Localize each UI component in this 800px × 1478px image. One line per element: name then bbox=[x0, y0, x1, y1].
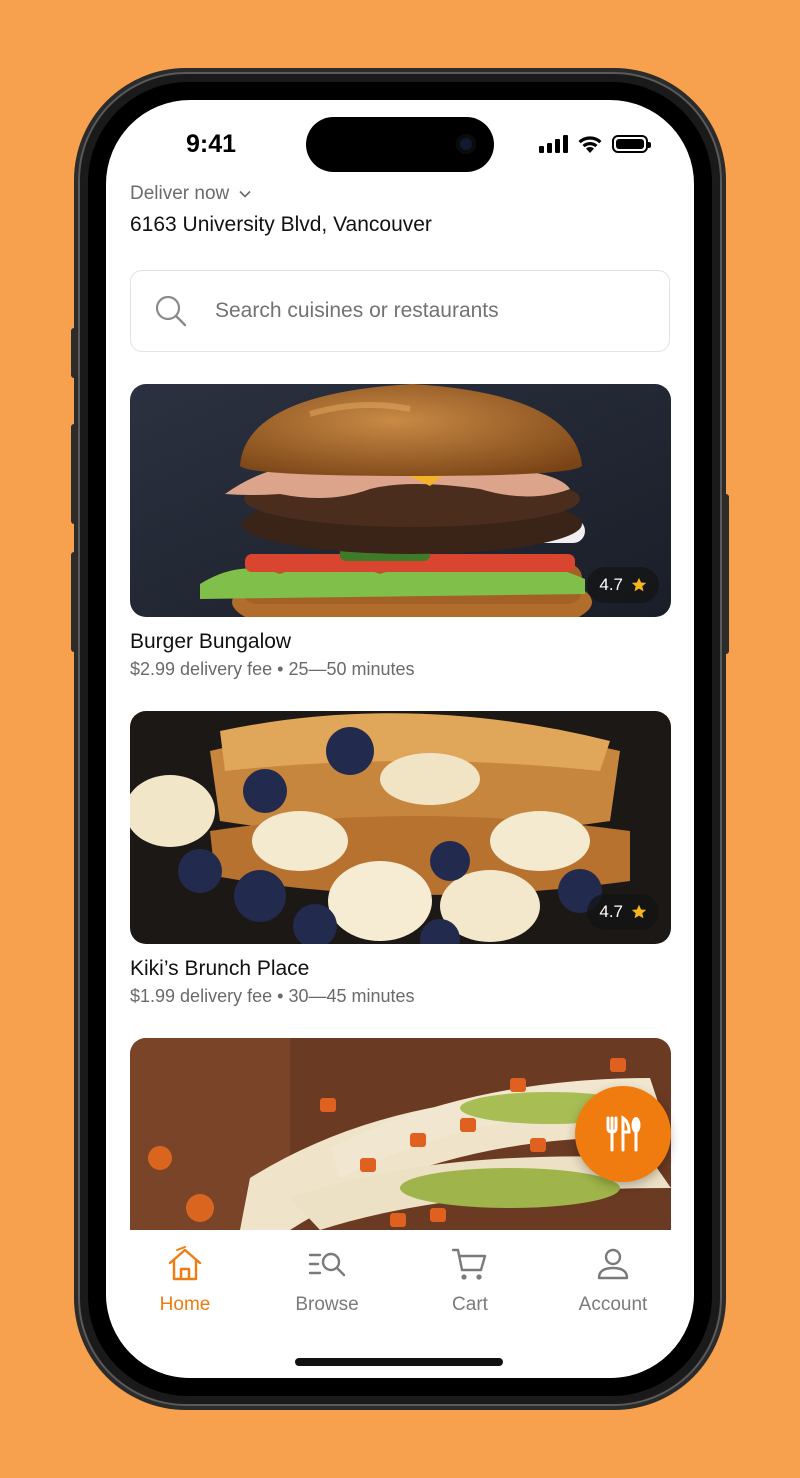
rating-value: 4.7 bbox=[599, 575, 623, 594]
tab-home[interactable]: Home bbox=[125, 1244, 245, 1316]
cart-icon bbox=[451, 1248, 487, 1280]
tab-browse[interactable]: Browse bbox=[267, 1244, 387, 1316]
front-camera bbox=[456, 134, 476, 154]
tab-account[interactable]: Account bbox=[553, 1244, 673, 1316]
status-bar: 9:41 bbox=[106, 100, 694, 182]
rating-badge: 4.7 bbox=[587, 894, 659, 930]
search-placeholder: Search cuisines or restaurants bbox=[215, 299, 499, 322]
tab-label: Home bbox=[159, 1294, 211, 1315]
signal-icon bbox=[539, 134, 568, 153]
meta-separator: • bbox=[277, 986, 284, 1006]
tab-label: Cart bbox=[452, 1294, 488, 1315]
delivery-address[interactable]: 6163 University Blvd, Vancouver bbox=[130, 213, 432, 237]
meta-separator: • bbox=[277, 659, 284, 679]
wifi-icon bbox=[578, 136, 602, 153]
delivery-eta: 25—50 minutes bbox=[288, 659, 415, 679]
utensils-icon bbox=[606, 1115, 641, 1152]
restaurant-name[interactable]: Burger Bungalow bbox=[130, 630, 291, 654]
home-icon bbox=[168, 1246, 202, 1281]
star-icon bbox=[631, 577, 647, 592]
bottom-tab-bar: Home Browse Cart Account bbox=[106, 1230, 694, 1378]
restaurant-card-image[interactable]: 4.7 bbox=[130, 384, 671, 617]
search-input[interactable]: Search cuisines or restaurants bbox=[130, 270, 670, 352]
tab-label: Browse bbox=[295, 1294, 359, 1315]
chevron-down-icon bbox=[239, 190, 251, 198]
app-screen: 9:41 Deliver now 6163 University Blvd, V… bbox=[106, 100, 694, 1378]
delivery-eta: 30—45 minutes bbox=[288, 986, 415, 1006]
status-time: 9:41 bbox=[186, 130, 237, 158]
rating-value: 4.7 bbox=[599, 902, 623, 921]
account-icon bbox=[597, 1248, 629, 1280]
restaurant-card-image[interactable]: 4.7 bbox=[130, 711, 671, 944]
restaurant-meta: $2.99 delivery fee • 25—50 minutes bbox=[130, 659, 415, 680]
dynamic-island bbox=[306, 117, 494, 172]
tab-cart[interactable]: Cart bbox=[410, 1244, 530, 1316]
tab-label: Account bbox=[578, 1294, 648, 1315]
delivery-mode-label: Deliver now bbox=[130, 183, 230, 204]
search-icon bbox=[155, 295, 187, 327]
browse-icon bbox=[308, 1252, 346, 1277]
star-icon bbox=[631, 904, 647, 919]
restaurant-meta: $1.99 delivery fee • 30—45 minutes bbox=[130, 986, 415, 1007]
utensils-fab-button[interactable] bbox=[575, 1086, 671, 1182]
battery-icon bbox=[612, 134, 651, 153]
delivery-mode-dropdown[interactable]: Deliver now bbox=[130, 183, 251, 205]
delivery-fee: $2.99 delivery fee bbox=[130, 659, 273, 679]
delivery-fee: $1.99 delivery fee bbox=[130, 986, 273, 1006]
power-button bbox=[721, 494, 729, 654]
restaurant-name[interactable]: Kiki’s Brunch Place bbox=[130, 957, 309, 981]
home-indicator[interactable] bbox=[295, 1358, 503, 1366]
status-icons bbox=[539, 134, 651, 153]
rating-badge: 4.7 bbox=[587, 567, 659, 603]
